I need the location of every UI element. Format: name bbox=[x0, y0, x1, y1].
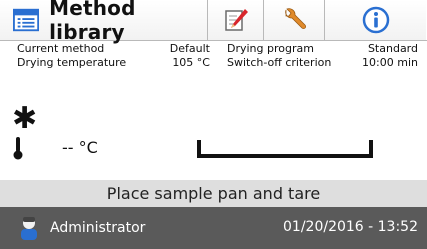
switch-off-criterion-label: Switch-off criterion bbox=[227, 56, 332, 69]
thermometer-icon bbox=[13, 137, 23, 160]
info-button[interactable] bbox=[325, 0, 426, 40]
page-title: Method library bbox=[49, 0, 136, 44]
method-library-button[interactable]: Method library bbox=[0, 0, 208, 44]
footer-bar: Administrator 01/20/2016 - 13:52 bbox=[0, 207, 427, 249]
switch-off-criterion-value: 10:00 min bbox=[362, 56, 418, 69]
settings-button[interactable] bbox=[264, 0, 325, 40]
user-name[interactable]: Administrator bbox=[50, 220, 145, 236]
weight-display-bracket bbox=[197, 140, 373, 158]
wrench-icon bbox=[285, 8, 306, 29]
current-method-value: Default bbox=[169, 42, 210, 55]
current-method-label: Current method bbox=[17, 42, 105, 55]
pencil-edit-icon bbox=[224, 9, 248, 31]
status-message-bar: Place sample pan and tare bbox=[0, 180, 427, 207]
info-icon bbox=[362, 6, 389, 34]
method-library-icon bbox=[13, 8, 40, 32]
drying-temperature-label: Drying temperature bbox=[17, 56, 127, 69]
top-toolbar: Method library bbox=[0, 0, 427, 44]
status-message: Place sample pan and tare bbox=[106, 184, 321, 203]
drying-program-label: Drying program bbox=[227, 42, 314, 55]
drying-program-value: Standard bbox=[367, 42, 418, 55]
edit-button[interactable] bbox=[208, 0, 264, 40]
asterisk-icon: ✱ bbox=[12, 101, 38, 136]
temperature-readout: -- °C bbox=[62, 138, 98, 157]
user-icon bbox=[21, 217, 37, 240]
drying-temperature-value: 105 °C bbox=[172, 56, 210, 69]
date-time: 01/20/2016 - 13:52 bbox=[283, 219, 418, 235]
method-info-panel: Current method Default Drying program St… bbox=[0, 41, 427, 75]
